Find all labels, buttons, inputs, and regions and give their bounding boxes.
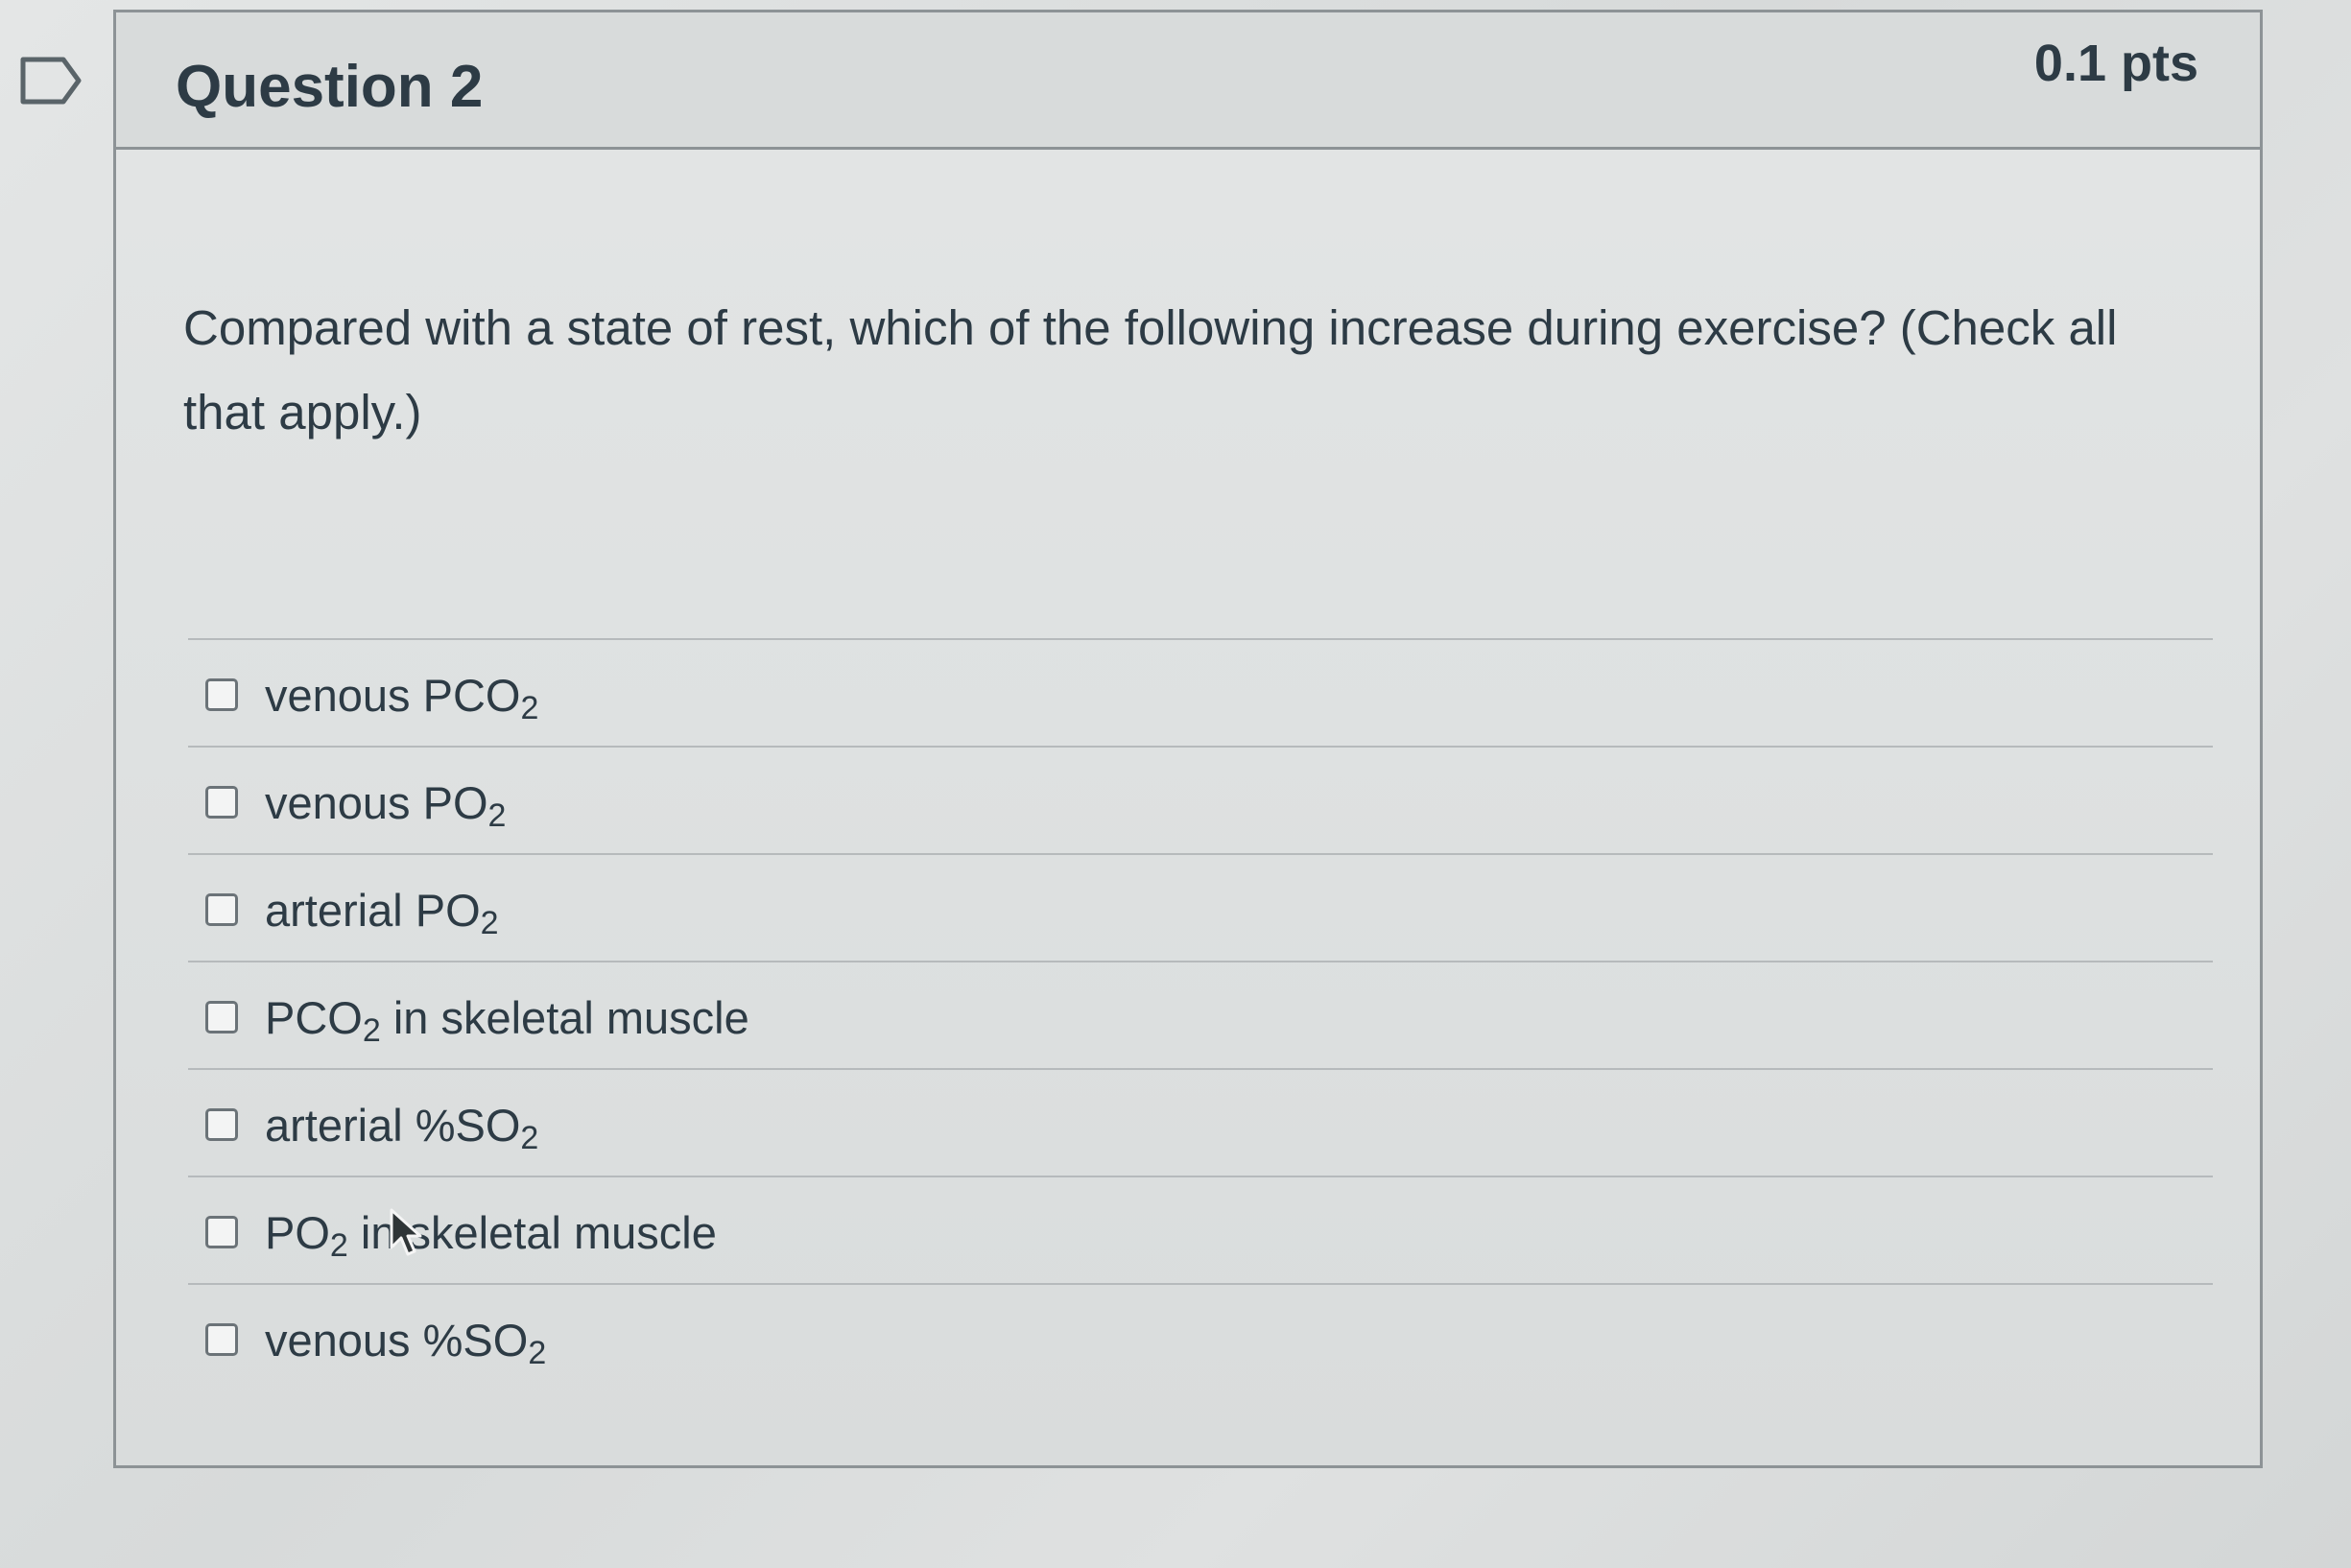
answer-option-pco2-skeletal-muscle[interactable]: PCO2 in skeletal muscle	[188, 961, 2213, 1068]
answer-checkbox[interactable]	[205, 893, 238, 926]
question-title: Question 2	[176, 54, 484, 120]
answer-label[interactable]: arterial PO2	[265, 882, 499, 952]
answer-option-arterial-po2[interactable]: arterial PO2	[188, 853, 2213, 961]
question-points: 0.1 pts	[2033, 35, 2198, 92]
bookmark-icon[interactable]	[19, 56, 83, 106]
answer-checkbox[interactable]	[205, 1323, 238, 1356]
question-text: Compared with a state of rest, which of …	[183, 300, 2118, 440]
answer-option-venous-so2[interactable]: venous %SO2	[188, 1283, 2213, 1390]
mouse-cursor-icon	[390, 1208, 422, 1256]
answer-label[interactable]: arterial %SO2	[265, 1097, 538, 1167]
answer-checkbox[interactable]	[205, 1108, 238, 1141]
answer-label[interactable]: PCO2 in skeletal muscle	[265, 989, 749, 1059]
answer-checkbox[interactable]	[205, 1001, 238, 1033]
answer-label[interactable]: venous PO2	[265, 774, 506, 844]
answer-option-po2-skeletal-muscle[interactable]: PO2 in skeletal muscle	[188, 1176, 2213, 1283]
question-header: Question 2 0.1 pts	[116, 12, 2260, 150]
answer-label[interactable]: PO2 in skeletal muscle	[265, 1204, 717, 1274]
question-card: Question 2 0.1 pts Compared with a state…	[113, 10, 2263, 1468]
answer-option-venous-po2[interactable]: venous PO2	[188, 746, 2213, 853]
answer-option-venous-pco2[interactable]: venous PCO2	[188, 638, 2213, 746]
answer-label[interactable]: venous %SO2	[265, 1312, 546, 1382]
answer-checkbox[interactable]	[205, 678, 238, 711]
answer-list: venous PCO2 venous PO2 arterial PO2 PCO2…	[188, 638, 2213, 1390]
answer-label[interactable]: venous PCO2	[265, 667, 538, 737]
answer-option-arterial-so2[interactable]: arterial %SO2	[188, 1068, 2213, 1176]
answer-checkbox[interactable]	[205, 1216, 238, 1248]
answer-checkbox[interactable]	[205, 786, 238, 819]
